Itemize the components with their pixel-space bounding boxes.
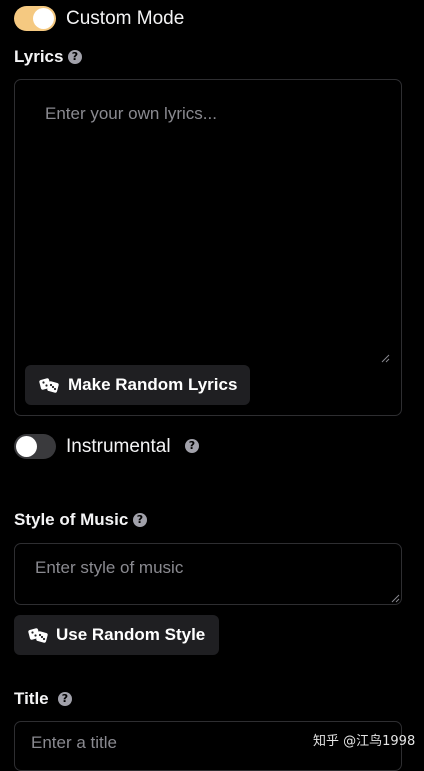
resize-handle-icon[interactable] [391, 594, 400, 603]
custom-mode-toggle[interactable] [14, 6, 56, 31]
question-circle-icon[interactable]: ? [58, 692, 72, 706]
title-label: Title [14, 689, 49, 708]
instrumental-label: Instrumental [66, 436, 171, 457]
question-circle-icon[interactable]: ? [133, 513, 147, 527]
lyrics-placeholder: Enter your own lyrics... [45, 104, 217, 123]
style-of-music-label: Style of Music [14, 510, 129, 529]
dice-icon [28, 628, 48, 643]
title-placeholder: Enter a title [31, 733, 117, 752]
question-circle-icon[interactable]: ? [185, 439, 199, 453]
lyrics-label: Lyrics [14, 47, 64, 66]
toggle-knob [16, 436, 37, 457]
use-random-style-label: Use Random Style [56, 625, 206, 644]
make-random-lyrics-button[interactable]: Make Random Lyrics [25, 365, 250, 405]
resize-handle-icon[interactable] [381, 354, 390, 363]
use-random-style-button[interactable]: Use Random Style [14, 615, 219, 655]
toggle-knob [33, 8, 54, 29]
watermark: 知乎 @江鸟1998 [313, 734, 416, 749]
custom-mode-label: Custom Mode [66, 8, 185, 29]
make-random-lyrics-label: Make Random Lyrics [68, 375, 238, 394]
dice-icon [39, 378, 59, 393]
style-of-music-input[interactable]: Enter style of music [14, 543, 402, 605]
instrumental-toggle[interactable] [14, 434, 56, 459]
style-of-music-placeholder: Enter style of music [35, 558, 184, 577]
question-circle-icon[interactable]: ? [68, 50, 82, 64]
lyrics-textarea[interactable]: Enter your own lyrics... Make Random Lyr… [14, 79, 402, 416]
